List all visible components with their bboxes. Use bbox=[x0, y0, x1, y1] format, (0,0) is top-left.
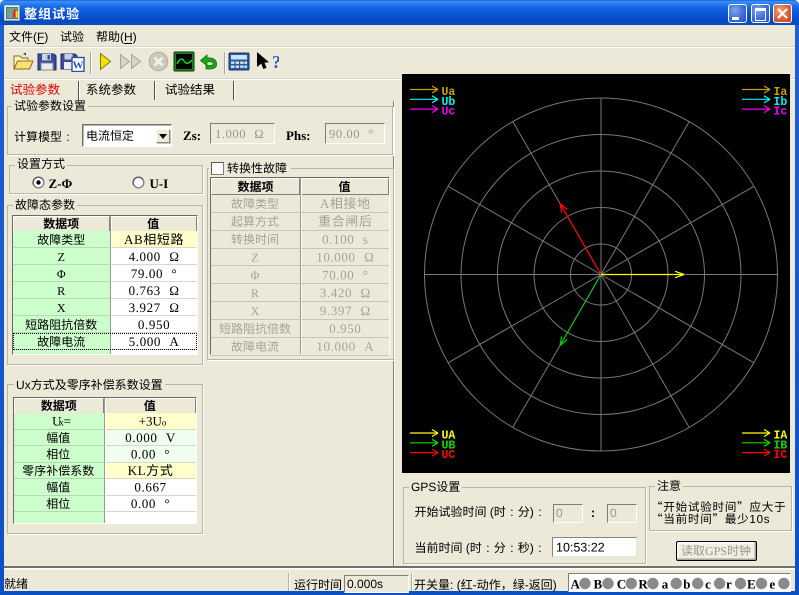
svg-text:IC: IC bbox=[774, 449, 788, 462]
svg-text:W: W bbox=[73, 60, 84, 72]
svg-text:?: ? bbox=[272, 52, 279, 72]
svg-text:Ic: Ic bbox=[774, 106, 788, 119]
svg-text:UC: UC bbox=[442, 449, 456, 462]
svg-text:Uc: Uc bbox=[442, 106, 456, 119]
